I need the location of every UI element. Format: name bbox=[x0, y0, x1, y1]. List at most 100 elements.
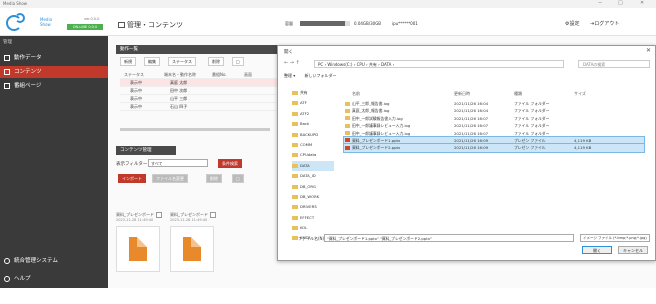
filter-select[interactable]: すべて bbox=[148, 159, 208, 167]
help-icon bbox=[4, 276, 10, 282]
file-row[interactable]: 田中_一郎試験報告書入力.log 2021/11/26 16:07 ファイル フォル… bbox=[344, 115, 644, 122]
sidebar-item-integrated-system[interactable]: 統合管理システム bbox=[0, 254, 108, 268]
open-button[interactable]: 開く bbox=[582, 246, 612, 254]
tree-item[interactable]: BACKUPD bbox=[292, 130, 334, 140]
organize-button[interactable]: 整理 ▾ bbox=[284, 73, 295, 78]
search-condition-button[interactable]: 条件検索 bbox=[218, 159, 242, 168]
edit-button[interactable]: 編集 bbox=[144, 57, 160, 66]
folder-icon bbox=[292, 215, 298, 220]
status-button[interactable]: ステータス bbox=[168, 57, 196, 66]
filename-input[interactable]: "資料_プレゼンボード1.pptx" "資料_プレゼンボード2.pptx" bbox=[324, 234, 574, 242]
dialog-close-icon[interactable]: ✕ bbox=[646, 47, 651, 54]
folder-icon bbox=[292, 91, 298, 95]
content-thumbnail[interactable]: 資料_プレゼンボード 2023-11-28 11:49:40 bbox=[170, 212, 216, 304]
open-file-dialog: 開く ✕ ← → ↑ PC › Windows(C:) › CPU › 共有 ›… bbox=[277, 45, 656, 261]
folder-icon bbox=[345, 131, 350, 136]
content-thumbnail[interactable]: 資料_プレゼンボード 2023-11-28 11:49:40 bbox=[116, 212, 162, 304]
file-row[interactable]: 山平_三郎_報告書.log 2021/11/26 16:04 ファイル フォルダー bbox=[344, 100, 644, 107]
settings-button[interactable]: ⚙設定 bbox=[565, 20, 580, 27]
page-icon bbox=[4, 83, 10, 89]
tree-item[interactable]: DATA_ID bbox=[292, 171, 334, 181]
file-row[interactable]: 田中_一郎議事録レビュー入力.log 2021/11/26 16:07 ファイル フ… bbox=[344, 122, 644, 129]
brand-name: Media Show bbox=[40, 17, 53, 27]
sidebar-item-help[interactable]: ヘルプ bbox=[0, 272, 108, 286]
dialog-toolbar: 整理 ▾ 新しいフォルダー bbox=[284, 73, 337, 79]
window-title: Media Show bbox=[3, 1, 28, 6]
folder-icon bbox=[292, 226, 298, 231]
tree-item[interactable]: CPUdata bbox=[292, 150, 334, 160]
tree-item[interactable]: DB_ORG bbox=[292, 182, 334, 192]
table-scrollbar[interactable] bbox=[120, 128, 270, 131]
import-button[interactable]: インポート bbox=[118, 174, 146, 183]
page-title: 管理・コンテンツ bbox=[118, 20, 183, 30]
capacity-label: 容量 bbox=[285, 21, 293, 26]
tree-item[interactable]: ATF bbox=[292, 98, 334, 108]
home-icon bbox=[4, 55, 10, 61]
nav-arrows[interactable]: ← → ↑ bbox=[284, 60, 300, 66]
folder-icon bbox=[292, 101, 298, 106]
content-panel-title: コンテンツ管理 bbox=[116, 146, 176, 155]
version-text: ver.0.0.0 bbox=[84, 17, 100, 21]
delete-button[interactable]: 削除 bbox=[208, 57, 224, 66]
tree-item[interactable]: KOL bbox=[292, 223, 334, 233]
sidebar-section-label: 管理 bbox=[3, 40, 12, 45]
file-row[interactable]: 真庭_太郎_報告書.log 2021/11/26 16:04 ファイル フォルダー bbox=[344, 107, 644, 114]
address-bar[interactable]: PC › Windows(C:) › CPU › 共有 › DATA › bbox=[314, 60, 564, 68]
more-button[interactable]: □ bbox=[232, 57, 244, 66]
folder-icon bbox=[292, 111, 298, 116]
tree-item[interactable]: COMM bbox=[292, 140, 334, 150]
capacity-bar bbox=[300, 21, 350, 26]
thumbnail-checkbox[interactable] bbox=[210, 212, 216, 218]
sidebar: 管理 動作データ コンテンツ 番組ページ 統合管理システム ヘルプ bbox=[0, 36, 108, 288]
content-more-button[interactable]: □ bbox=[232, 174, 244, 183]
sidebar-item-program-page[interactable]: 番組ページ bbox=[0, 80, 108, 92]
cancel-button[interactable]: キャンセル bbox=[618, 246, 648, 254]
tree-item[interactable]: DB_WORK bbox=[292, 192, 334, 202]
dialog-title: 開く bbox=[284, 50, 293, 55]
maximize-button[interactable]: □ bbox=[618, 0, 623, 6]
folder-icon bbox=[345, 116, 350, 121]
folder-icon bbox=[292, 142, 298, 147]
folder-icon bbox=[345, 123, 350, 128]
window-titlebar: Media Show − □ ✕ bbox=[0, 0, 656, 8]
new-folder-button[interactable]: 新しいフォルダー bbox=[305, 73, 337, 78]
version-badge: ON-LINE 0.0.0 bbox=[67, 24, 103, 30]
folder-tree: 共有 ATF ATF2 Back BACKUPD COMM CPUdata DATA DATA_… bbox=[292, 88, 334, 244]
tree-item[interactable]: DATA bbox=[292, 160, 334, 172]
folder-icon bbox=[292, 174, 298, 179]
filetype-select[interactable]: イメージ ファイル (*.bmp;*.png;*.jpg) bbox=[580, 234, 650, 242]
file-list-header: 名前 更新日時 種類 サイズ bbox=[352, 91, 586, 96]
system-icon bbox=[4, 258, 10, 264]
file-row[interactable]: 資料_プレゼンボード1.pptx 2021/11/26 16:09 プレゼン ファイ… bbox=[343, 135, 645, 146]
filename-label: ファイル名(N): bbox=[298, 236, 326, 241]
folder-icon bbox=[292, 205, 298, 210]
folder-icon bbox=[292, 153, 298, 158]
tree-item[interactable]: 共有 bbox=[292, 88, 334, 98]
presentation-file-icon bbox=[345, 145, 350, 150]
app-window: Media Show − □ ✕ Media Show ver.0.0.0 ON-… bbox=[0, 0, 656, 288]
filter-label: 表示フィルター bbox=[116, 162, 148, 167]
rename-button[interactable]: ファイル名変更 bbox=[152, 174, 188, 183]
folder-icon bbox=[292, 132, 298, 137]
content-delete-button[interactable]: 削除 bbox=[206, 174, 222, 183]
tree-item[interactable]: ATF2 bbox=[292, 109, 334, 119]
minimize-button[interactable]: − bbox=[598, 0, 602, 6]
search-input[interactable]: DATAの検索 bbox=[578, 60, 650, 68]
tree-item[interactable]: EFFECT bbox=[292, 213, 334, 223]
folder-icon bbox=[345, 108, 350, 113]
logout-button[interactable]: ⇥ログアウト bbox=[590, 20, 619, 27]
new-button[interactable]: 新規 bbox=[120, 57, 136, 66]
sidebar-item-motion-data[interactable]: 動作データ bbox=[0, 52, 108, 64]
folder-icon bbox=[292, 184, 298, 189]
tree-item[interactable]: Back bbox=[292, 119, 334, 129]
file-row[interactable]: 田中_一郎議事録レビュー入力.log 2021/11/26 16:07 ファイル フ… bbox=[344, 130, 644, 137]
close-window-button[interactable]: ✕ bbox=[640, 0, 644, 6]
tree-item[interactable]: DRIVERS bbox=[292, 202, 334, 212]
folder-icon bbox=[292, 194, 298, 199]
file-row[interactable]: 資料_プレゼンボード2.pptx 2021/11/26 16:09 プレゼン ファイ… bbox=[343, 143, 645, 153]
thumbnail-checkbox[interactable] bbox=[156, 212, 162, 218]
sidebar-item-contents[interactable]: コンテンツ bbox=[0, 66, 108, 78]
monitor-icon bbox=[118, 22, 125, 28]
folder-icon bbox=[292, 163, 298, 168]
ip-text: ipu******001 bbox=[392, 21, 418, 26]
